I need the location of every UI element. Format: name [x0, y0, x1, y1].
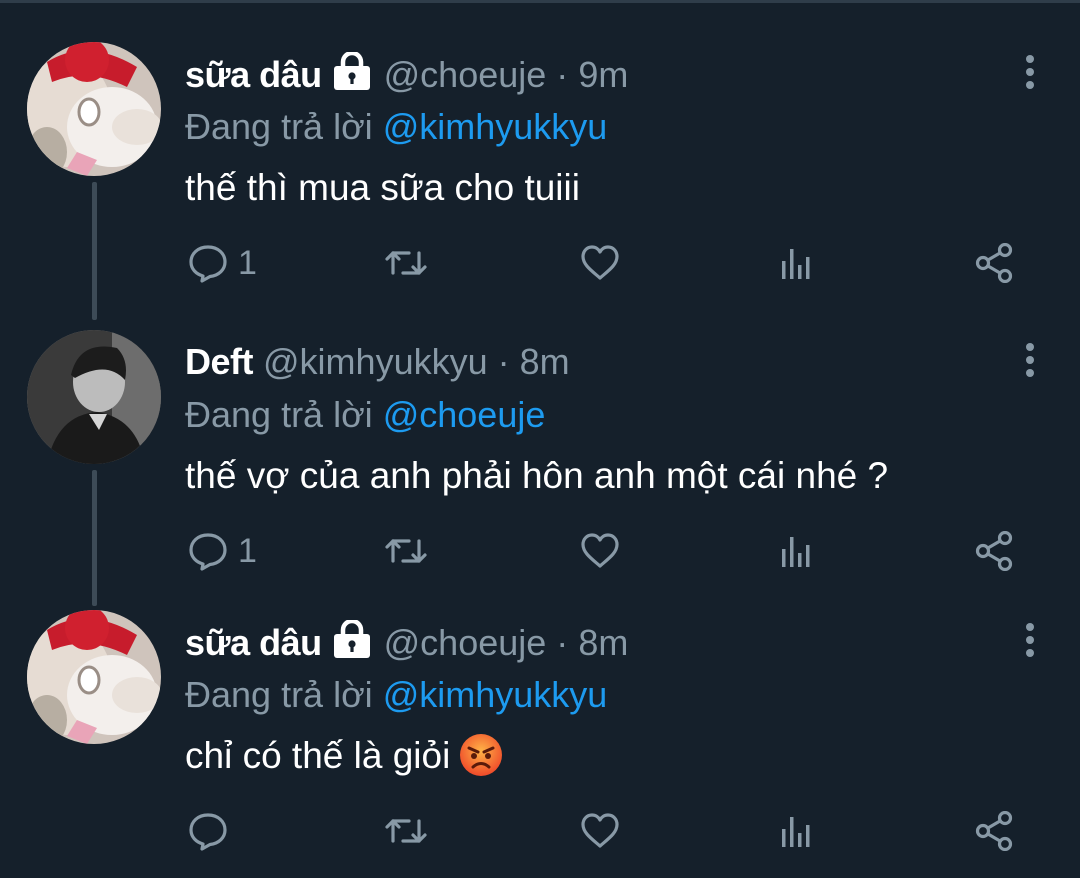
avatar[interactable] [27, 610, 161, 744]
hello-kitty-avatar-image [27, 42, 161, 176]
share-button[interactable] [975, 806, 1017, 856]
tweet-text: thế thì mua sữa cho tuiii [185, 167, 580, 208]
tweet-header: sữa dâu @choeuje · 9m [185, 50, 628, 100]
reply-icon [189, 813, 227, 851]
more-options-icon[interactable] [1020, 342, 1040, 382]
replying-to: Đang trả lời @choeuje [185, 392, 545, 438]
author-handle[interactable]: @choeuje [384, 622, 547, 663]
tweet[interactable]: sữa dâu @choeuje · 9m Đang trả lời @kimhy… [0, 0, 1080, 285]
mention-link[interactable]: @kimhyukkyu [383, 106, 608, 147]
author-handle[interactable]: @choeuje [384, 54, 547, 95]
mention-link[interactable]: @kimhyukkyu [383, 674, 608, 715]
heart-icon [581, 533, 619, 568]
timestamp[interactable]: 8m [578, 622, 628, 663]
reply-count: 1 [238, 243, 257, 282]
heart-icon [581, 813, 619, 848]
like-button[interactable] [580, 238, 620, 288]
replying-to-prefix: Đang trả lời [185, 394, 373, 435]
tweet[interactable]: sữa dâu @choeuje · 8m Đang trả lời @kimhy… [0, 568, 1080, 853]
more-options-icon[interactable] [1020, 622, 1040, 662]
timestamp[interactable]: 9m [578, 54, 628, 95]
avatar[interactable] [27, 42, 161, 176]
reply-icon [189, 245, 227, 283]
retweet-icon [385, 819, 427, 843]
analytics-icon [782, 537, 810, 567]
more-options-icon[interactable] [1020, 54, 1040, 94]
tweet[interactable]: Deft @kimhyukkyu · 8m Đang trả lời @choe… [0, 288, 1080, 573]
tweet-text-container: chỉ có thế là giỏi [185, 732, 504, 790]
analytics-icon [782, 249, 810, 279]
replying-to-prefix: Đang trả lời [185, 106, 373, 147]
hello-kitty-avatar-image [27, 610, 161, 744]
tweet-header: Deft @kimhyukkyu · 8m [185, 340, 570, 384]
analytics-icon [782, 817, 810, 847]
share-icon [975, 811, 1013, 851]
reply-button[interactable]: 1 [188, 238, 257, 288]
lock-icon [330, 50, 374, 100]
separator-dot: · [556, 622, 569, 663]
like-button[interactable] [580, 806, 620, 856]
lock-icon [330, 618, 374, 668]
angry-face-emoji-icon [458, 732, 504, 790]
avatar[interactable] [27, 330, 161, 464]
tweet-text: thế vợ của anh phải hôn anh một cái nhé … [185, 455, 889, 496]
author-name[interactable]: Deft [185, 341, 254, 382]
reply-icon [189, 533, 227, 571]
reply-count: 1 [238, 531, 257, 570]
retweet-icon [385, 539, 427, 563]
replying-to: Đang trả lời @kimhyukkyu [185, 672, 607, 718]
tweet-actions [0, 806, 1080, 856]
tweet-header: sữa dâu @choeuje · 8m [185, 618, 628, 668]
author-name[interactable]: sữa dâu [185, 622, 322, 663]
share-button[interactable] [975, 238, 1017, 288]
tweet-actions: 1 [0, 238, 1080, 288]
tweet-text: chỉ có thế là giỏi [185, 735, 451, 776]
heart-icon [581, 245, 619, 280]
share-icon [975, 243, 1013, 283]
share-icon [975, 531, 1013, 571]
analytics-button[interactable] [780, 806, 816, 856]
timestamp[interactable]: 8m [520, 341, 570, 382]
retweet-icon [385, 251, 427, 275]
person-photo-avatar-image [27, 330, 161, 464]
analytics-button[interactable] [780, 238, 816, 288]
separator-dot: · [556, 54, 569, 95]
reply-button[interactable] [188, 806, 238, 856]
retweet-button[interactable] [383, 238, 429, 288]
author-handle[interactable]: @kimhyukkyu [263, 341, 488, 382]
replying-to: Đang trả lời @kimhyukkyu [185, 104, 607, 150]
mention-link[interactable]: @choeuje [383, 394, 546, 435]
retweet-button[interactable] [383, 806, 429, 856]
author-name[interactable]: sữa dâu [185, 54, 322, 95]
separator-dot: · [497, 341, 510, 382]
replying-to-prefix: Đang trả lời [185, 674, 373, 715]
